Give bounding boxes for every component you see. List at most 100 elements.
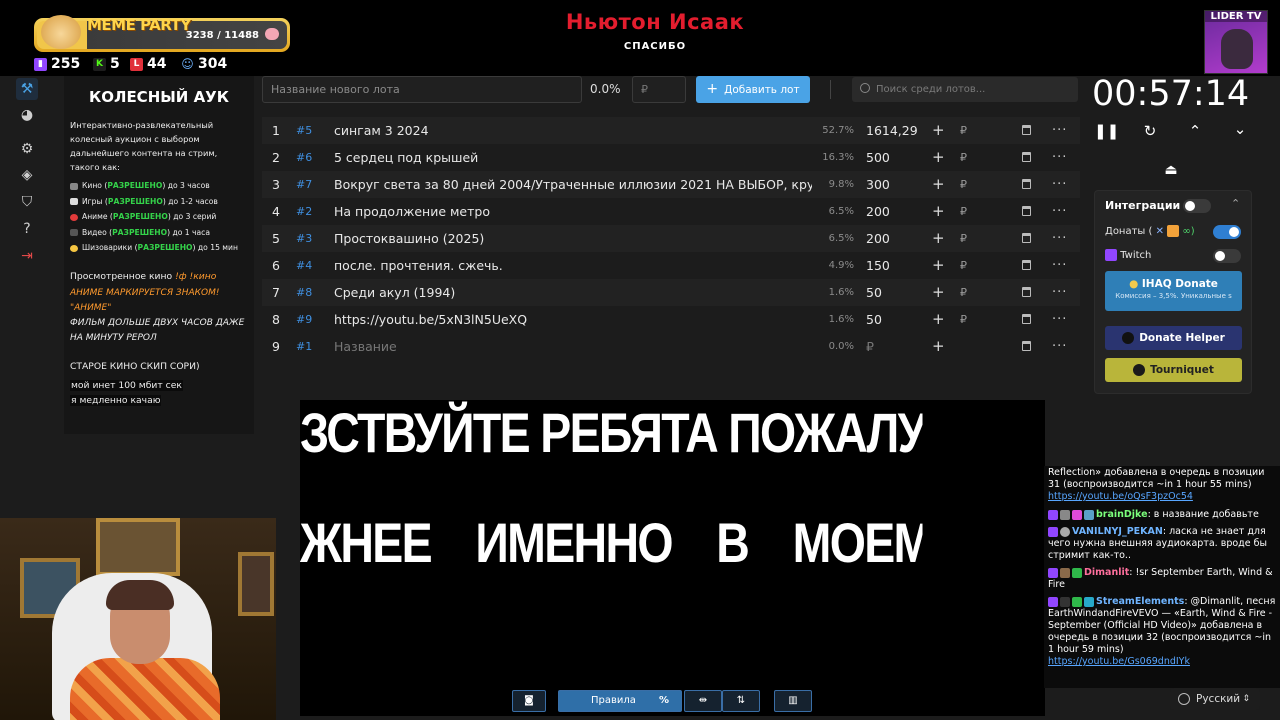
add-amount-button[interactable]: + — [932, 117, 945, 144]
add-amount-button[interactable]: + — [932, 306, 945, 333]
ruble-icon: ₽ — [960, 178, 967, 191]
more-options-icon[interactable]: ··· — [1052, 333, 1067, 360]
twitch-toggle[interactable] — [1213, 249, 1241, 263]
language-select[interactable]: Русский ⇕ — [1170, 688, 1260, 710]
trash-icon[interactable] — [1022, 341, 1031, 351]
add-amount-button[interactable]: + — [932, 171, 945, 198]
more-options-icon[interactable]: ··· — [1052, 306, 1067, 333]
chevron-down-icon[interactable]: ⌄ — [1229, 118, 1251, 140]
rules-button[interactable]: Правила % — [558, 690, 682, 712]
trash-icon[interactable] — [1022, 179, 1031, 189]
donationalerts-icon — [1167, 225, 1180, 237]
integrations-toggle[interactable] — [1183, 199, 1211, 213]
twitch-badge-icon — [1048, 567, 1058, 578]
toggle-knob — [1185, 201, 1195, 211]
more-options-icon[interactable]: ··· — [1052, 144, 1067, 171]
lot-amount[interactable]: 200 — [866, 225, 926, 252]
pause-icon[interactable]: ❚❚ — [1094, 120, 1119, 142]
add-amount-button[interactable]: + — [932, 252, 945, 279]
stat-viewers: ☺ 304 — [181, 56, 227, 72]
plus-icon: + — [706, 81, 719, 97]
ihaq-donate-button[interactable]: ● IHAQ Donate Комиссия – 3,5%. Уникальны… — [1105, 271, 1242, 311]
lot-id: #6 — [296, 151, 313, 164]
lot-amount[interactable]: 150 — [866, 252, 926, 279]
lot-name[interactable]: Вокруг света за 80 дней 2004/Утраченные … — [334, 171, 812, 198]
lot-name[interactable]: Среди акул (1994) — [334, 279, 455, 306]
chat-panel: Reflection» добавлена в очередь в позици… — [1044, 466, 1280, 688]
ruble-icon: ₽ — [960, 286, 967, 299]
layers-icon[interactable]: ◈ — [16, 164, 38, 186]
add-amount-button[interactable]: + — [932, 279, 945, 306]
lot-name[interactable]: Название — [334, 333, 397, 360]
chevron-up-icon[interactable]: ⌃ — [1184, 120, 1206, 142]
percent-toggle[interactable]: % — [659, 691, 669, 711]
trash-icon[interactable] — [1022, 314, 1031, 324]
lot-rank: 8 — [272, 312, 280, 327]
add-amount-button[interactable]: + — [932, 225, 945, 252]
chat-username[interactable]: Dimanlit — [1084, 567, 1129, 578]
lot-name[interactable]: после. прочтения. сжечь. — [334, 252, 503, 279]
trash-icon[interactable] — [1022, 233, 1031, 243]
new-lot-amount-input[interactable]: ₽ — [632, 76, 686, 103]
screenshot-button[interactable]: ◙ — [512, 690, 546, 712]
add-amount-button[interactable]: + — [932, 144, 945, 171]
donations-toggle[interactable] — [1213, 225, 1241, 239]
settings-icon[interactable]: ⚙ — [16, 138, 38, 160]
rules-anime-mark: АНИМЕ МАРКИРУЕТСЯ ЗНАКОМ! "АНИМЕ" — [70, 287, 220, 313]
chevron-up-icon[interactable]: ⌃ — [1231, 197, 1240, 210]
rule-item: Кино (РАЗРЕШЕНО) до 3 часов — [70, 178, 248, 194]
lot-amount[interactable]: 1614,29 — [866, 117, 926, 144]
more-options-icon[interactable]: ··· — [1052, 252, 1067, 279]
rule-item: Шизоварики (РАЗРЕШЕНО) до 15 мин — [70, 240, 248, 256]
lot-amount[interactable]: 200 — [866, 198, 926, 225]
donate-helper-button[interactable]: Donate Helper — [1105, 326, 1242, 350]
twitch-badge-icon — [1048, 526, 1058, 537]
more-options-icon[interactable]: ··· — [1052, 171, 1067, 198]
add-lot-button[interactable]: + Добавить лот — [696, 76, 810, 103]
auction-hammer-icon[interactable]: ⚒ — [16, 78, 38, 100]
rule-item: Игры (РАЗРЕШЕНО) до 1-2 часов — [70, 194, 248, 210]
chat-username[interactable]: brainDjke — [1096, 509, 1148, 520]
trash-icon[interactable] — [1022, 206, 1031, 216]
lot-name[interactable]: 5 сердец под крышей — [334, 144, 478, 171]
lot-amount[interactable]: 500 — [866, 144, 926, 171]
sort-button[interactable]: ⇅ — [722, 690, 760, 712]
collapse-icon[interactable]: ⏏ — [1160, 162, 1182, 180]
lot-amount[interactable]: 50 — [866, 306, 926, 333]
chat-message: VANILNYJ_PEKAN: ласка не знает для чего … — [1044, 525, 1280, 563]
tourniquet-button[interactable]: Tourniquet — [1105, 358, 1242, 382]
trash-icon[interactable] — [1022, 152, 1031, 162]
chat-username[interactable]: StreamElements — [1096, 596, 1184, 607]
lot-name[interactable]: На продолжение метро — [334, 198, 490, 225]
lot-search-input[interactable]: Поиск среди лотов... — [852, 77, 1078, 102]
lot-amount[interactable]: 300 — [866, 171, 926, 198]
trash-icon[interactable] — [1022, 125, 1031, 135]
add-amount-button[interactable]: + — [932, 333, 945, 360]
merge-button[interactable]: ⇹ — [684, 690, 722, 712]
more-options-icon[interactable]: ··· — [1052, 198, 1067, 225]
lot-name[interactable]: сингам 3 2024 — [334, 117, 429, 144]
lot-row: 2 #6 5 сердец под крышей 16.3% 500 + ₽ ·… — [262, 144, 1080, 171]
more-options-icon[interactable]: ··· — [1052, 225, 1067, 252]
chat-link[interactable]: https://youtu.be/Gs069dndIYk — [1048, 656, 1190, 667]
lot-amount[interactable]: 50 — [866, 279, 926, 306]
trash-icon[interactable] — [1022, 260, 1031, 270]
reset-icon[interactable]: ↻ — [1139, 120, 1161, 142]
new-lot-name-input[interactable]: Название нового лота — [262, 76, 582, 103]
lot-amount[interactable]: ₽ — [866, 333, 926, 360]
chat-link[interactable]: https://youtu.be/oQsF3pzOc54 — [1048, 491, 1193, 502]
help-icon[interactable]: ? — [16, 218, 38, 240]
logout-icon[interactable]: ⇥ — [16, 245, 38, 267]
clear-button[interactable]: ▥ — [774, 690, 812, 712]
lot-name[interactable]: https://youtu.be/5xN3lN5UeXQ — [334, 306, 527, 333]
add-amount-button[interactable]: + — [932, 198, 945, 225]
chat-username[interactable]: VANILNYJ_PEKAN — [1072, 526, 1163, 537]
wheel-icon[interactable]: ◕ — [16, 104, 38, 126]
more-options-icon[interactable]: ··· — [1052, 279, 1067, 306]
more-options-icon[interactable]: ··· — [1052, 117, 1067, 144]
lot-name[interactable]: Простоквашино (2025) — [334, 225, 484, 252]
rules-long-film: ФИЛЬМ ДОЛЬШЕ ДВУХ ЧАСОВ ДАЖЕ НА МИНУТУ Р… — [70, 317, 245, 343]
merge-icon: ⇹ — [698, 695, 708, 706]
shield-icon[interactable]: ⛉ — [16, 191, 38, 213]
trash-icon[interactable] — [1022, 287, 1031, 297]
